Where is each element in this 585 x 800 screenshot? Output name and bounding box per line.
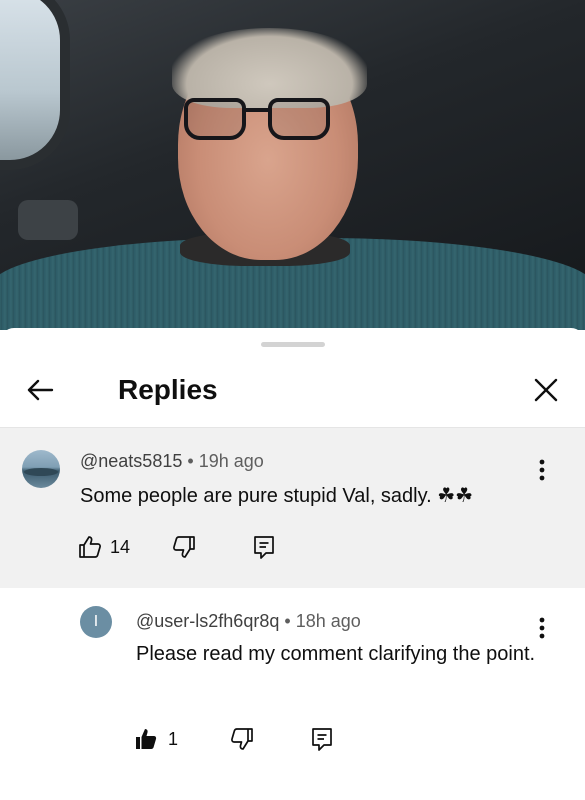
comment-meta: @neats5815 • 19h ago — [80, 450, 264, 472]
sheet-drag-handle[interactable] — [261, 342, 325, 347]
car-window — [0, 0, 70, 170]
meta-separator: • — [187, 451, 194, 471]
more-options-button[interactable] — [530, 614, 554, 642]
comment-text: Please read my comment clarifying the po… — [136, 643, 536, 665]
car-headrest — [18, 200, 78, 240]
like-button[interactable] — [134, 726, 158, 752]
thumb-down-icon — [231, 728, 253, 750]
more-vert-icon — [539, 459, 545, 481]
more-vert-icon — [539, 617, 545, 639]
person-hair — [172, 28, 367, 108]
arrow-left-icon — [27, 379, 54, 401]
sheet-header: Replies — [0, 354, 585, 428]
reply-button[interactable] — [310, 726, 334, 752]
avatar[interactable] — [22, 450, 60, 488]
reply-icon — [254, 536, 274, 559]
comment-text: Some people are pure stupid Val, sadly. … — [80, 485, 474, 507]
close-icon — [534, 378, 558, 402]
highlighted-comment: @neats5815 • 19h ago Some people are pur… — [0, 428, 585, 588]
like-button[interactable] — [78, 534, 102, 560]
more-options-button[interactable] — [530, 456, 554, 484]
thumb-up-filled-icon — [136, 729, 157, 749]
comment-time: 18h ago — [295, 611, 361, 631]
video-player[interactable] — [0, 0, 585, 330]
comment-author[interactable]: @user-ls2fh6qr8q — [136, 611, 279, 631]
replies-sheet: Replies @neats5815 • 19h ago Some people… — [0, 328, 585, 800]
reply-button[interactable] — [252, 534, 276, 560]
avatar[interactable]: I — [80, 606, 112, 638]
sheet-title: Replies — [118, 374, 218, 405]
comment-author[interactable]: @neats5815 — [80, 451, 182, 471]
back-button[interactable] — [22, 372, 58, 408]
like-count: 14 — [110, 537, 131, 557]
like-count: 1 — [168, 729, 179, 749]
comment-meta: @user-ls2fh6qr8q • 18h ago — [136, 610, 361, 632]
person-glasses — [184, 98, 336, 142]
thumb-down-icon — [173, 536, 195, 558]
thumb-up-icon — [79, 536, 101, 558]
dislike-button[interactable] — [230, 726, 254, 752]
reply-comment: I @user-ls2fh6qr8q • 18h ago Please read… — [0, 588, 585, 800]
close-button[interactable] — [528, 372, 564, 408]
reply-icon — [312, 728, 332, 751]
dislike-button[interactable] — [172, 534, 196, 560]
meta-separator: • — [284, 611, 291, 631]
comment-time: 19h ago — [198, 451, 264, 471]
